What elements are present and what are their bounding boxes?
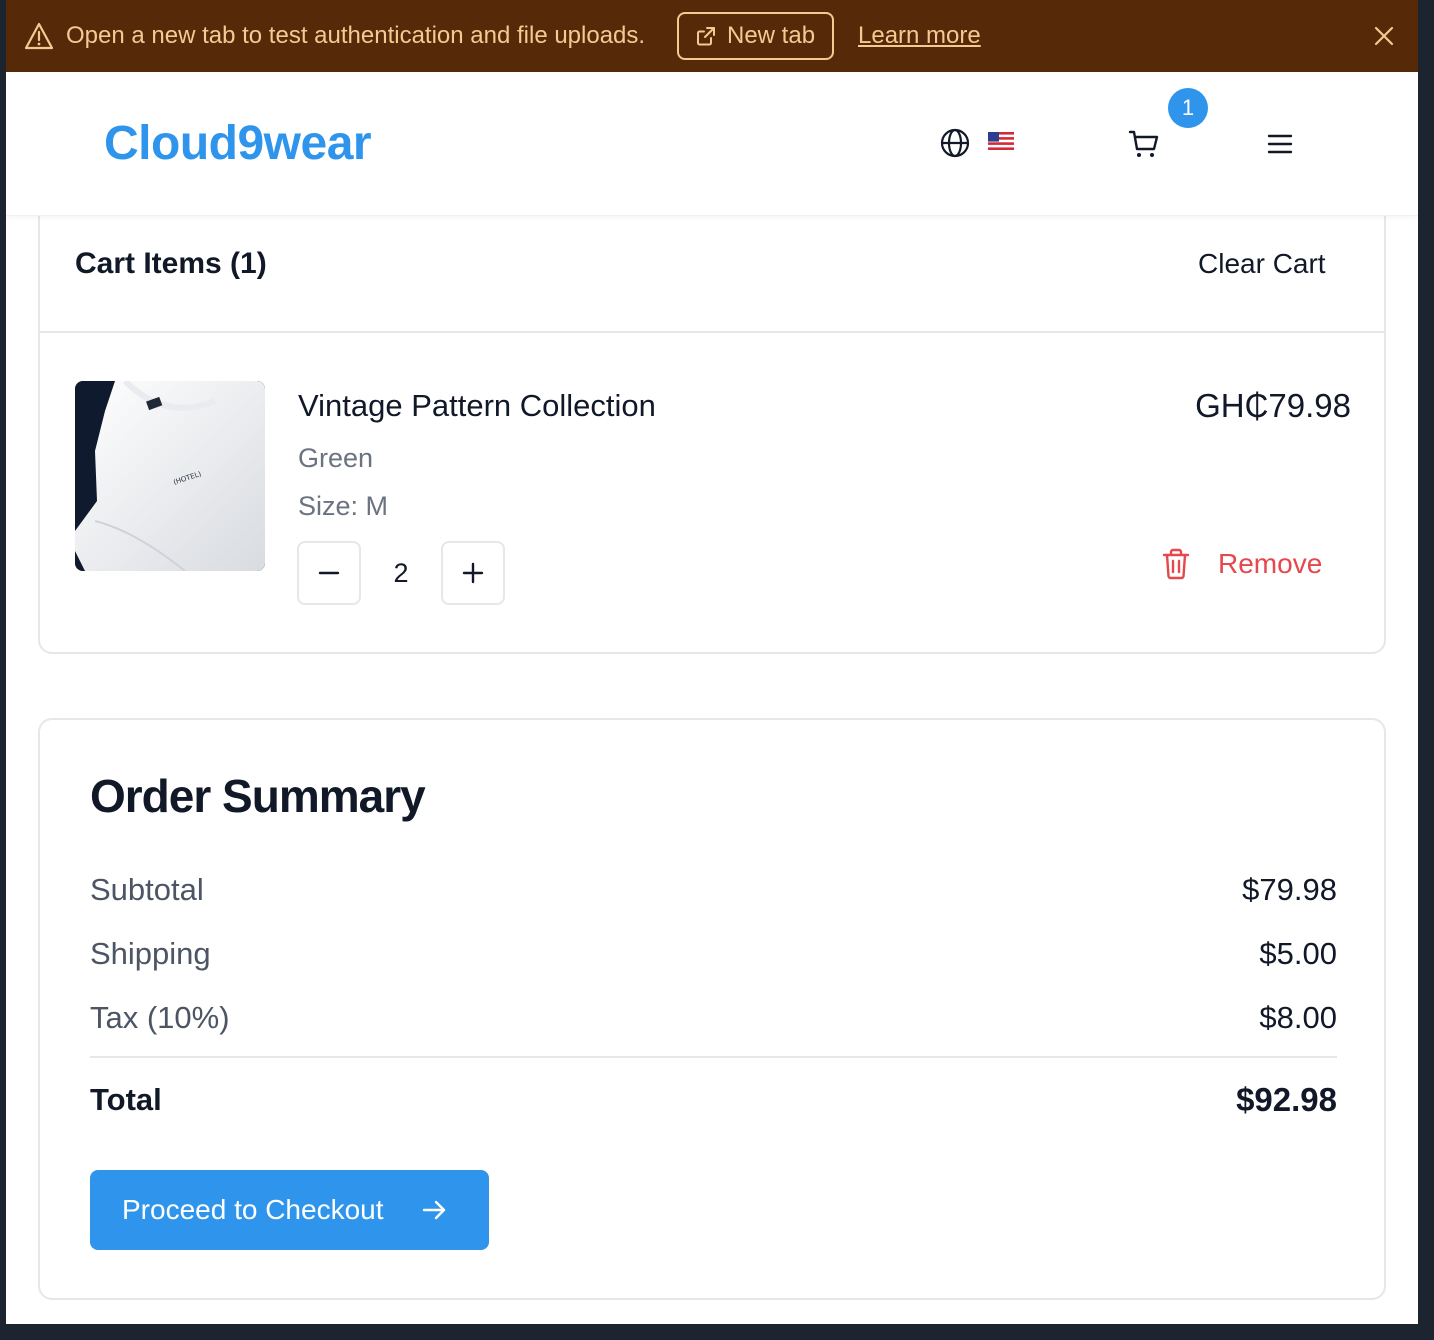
tshirt-image: (HOTEL) [75,381,265,571]
increase-quantity-button[interactable] [441,541,505,605]
item-size: Size: M [298,491,389,521]
cart-icon[interactable] [1127,127,1161,161]
item-name[interactable]: Vintage Pattern Collection [298,386,656,426]
order-summary-card: Order Summary Subtotal $79.98 Shipping $… [38,718,1386,1300]
arrow-right-icon [422,1200,445,1220]
cart-items-card: Cart Items (1) Clear Cart (HOTEL) Vintag… [38,170,1386,654]
total-label: Total [90,1082,162,1117]
cart-count-badge: 1 [1168,88,1208,128]
hamburger-menu-icon[interactable] [1266,130,1294,158]
tax-label: Tax (10%) [90,1000,230,1035]
us-flag-icon[interactable] [988,132,1014,150]
tax-value: $8.00 [1259,1000,1337,1035]
total-value: $92.98 [1236,1081,1337,1118]
tax-row: Tax (10%) $8.00 [90,998,1337,1038]
cart-divider [40,331,1384,333]
app-window: Open a new tab to test authentication an… [6,0,1418,1324]
checkout-label: Proceed to Checkout [122,1194,384,1225]
quantity-value: 2 [393,558,409,588]
subtotal-label: Subtotal [90,872,204,907]
close-icon[interactable] [1372,24,1396,48]
warning-icon [24,22,54,50]
notice-banner: Open a new tab to test authentication an… [6,0,1418,72]
proceed-to-checkout-button[interactable]: Proceed to Checkout [90,1170,489,1250]
site-header: Cloud9wear 1 [6,72,1418,216]
new-tab-label: New tab [727,22,816,49]
clear-cart-button[interactable]: Clear Cart [1198,245,1326,283]
subtotal-value: $79.98 [1242,872,1337,907]
new-tab-button[interactable]: New tab [677,12,834,60]
banner-message: Open a new tab to test authentication an… [66,22,646,49]
order-summary-title: Order Summary [90,770,426,822]
summary-divider [90,1056,1337,1058]
shipping-value: $5.00 [1259,936,1337,971]
subtotal-row: Subtotal $79.98 [90,870,1337,910]
site-logo[interactable]: Cloud9wear [104,116,372,172]
product-thumbnail[interactable]: (HOTEL) [75,381,265,571]
minus-icon [318,571,340,575]
remove-label: Remove [1218,548,1323,579]
item-price: GH₵79.98 [1195,387,1351,424]
shipping-row: Shipping $5.00 [90,934,1337,974]
trash-icon [1162,548,1190,580]
globe-icon[interactable] [939,127,971,159]
shipping-label: Shipping [90,936,211,971]
learn-more-link[interactable]: Learn more [858,20,981,52]
plus-icon [462,562,484,584]
external-link-icon [697,27,715,46]
total-row: Total $92.98 [90,1080,1337,1120]
remove-item-button[interactable]: Remove [1160,547,1322,581]
item-color: Green [298,443,374,473]
cart-items-title: Cart Items (1) [75,247,267,280]
decrease-quantity-button[interactable] [297,541,361,605]
